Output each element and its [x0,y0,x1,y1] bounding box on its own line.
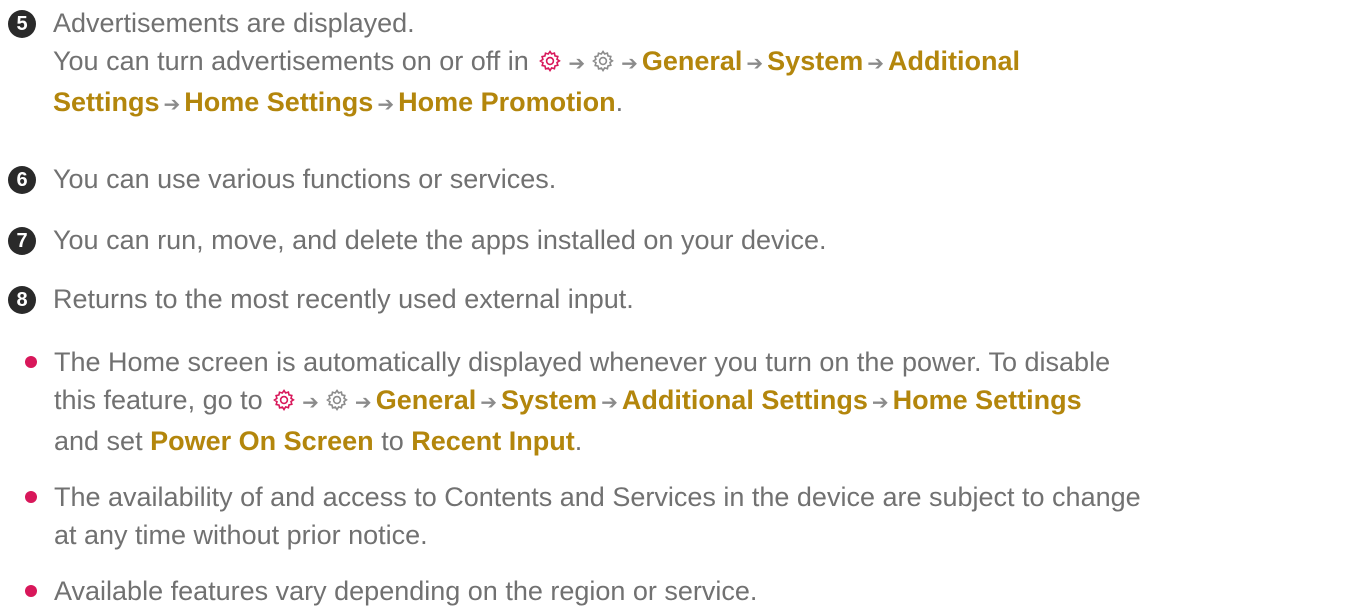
gear-outline-icon [592,50,614,72]
arrow-right-icon: ➔ [354,392,372,414]
bullet-dot [25,491,37,503]
bullet2-line1: The availability of and access to Conten… [54,482,1141,512]
gear-icon [539,50,562,72]
number-marker-6: 6 [8,166,36,194]
menu-path-general: General [641,46,743,76]
document-page: 5 Advertisements are displayed. You can … [0,0,1362,616]
arrow-right-icon: ➔ [302,392,319,414]
bullet1-line2: this feature, go to ➔ ➔ General ➔ System ➔ Ad… [54,385,1082,415]
number-marker-8: 8 [8,286,36,314]
arrow-right-icon: ➔ [871,392,889,414]
arrow-right-icon: ➔ [621,53,638,75]
arrow-right-icon: ➔ [746,53,764,75]
menu-path-additional: Additional [888,46,1020,76]
arrow-right-icon: ➔ [568,53,586,75]
item8-text: Returns to the most recently used extern… [53,284,634,314]
number-marker-7: 7 [8,227,36,255]
list-item-8: 8 Returns to the most recently used exte… [8,280,1348,318]
setting-value-recent-input: Recent Input [411,426,575,456]
menu-path-system: System [767,46,864,76]
arrow-right-icon: ➔ [163,94,181,116]
menu-path-system: System [501,385,598,415]
setting-power-on-screen: Power On Screen [150,426,374,456]
arrow-right-icon: ➔ [377,94,395,116]
gear-outline-icon [325,389,348,411]
number-marker-5: 5 [8,10,36,38]
note-bullet-1: The Home screen is automatically display… [25,343,1345,460]
bullet-dot [25,356,37,368]
note-bullet-3: Available features vary depending on the… [25,572,1345,610]
item6-text: You can use various functions or service… [53,164,557,194]
list-item-6: 6 You can use various functions or servi… [8,160,1348,198]
bullet3-text: Available features vary depending on the… [54,576,758,606]
item7-text: You can run, move, and delete the apps i… [53,225,827,255]
menu-path-settings: Settings [53,87,160,117]
list-item-5: 5 Advertisements are displayed. You can … [8,4,1348,124]
menu-path-home-promotion: Home Promotion [398,87,616,117]
bullet1-line1: The Home screen is automatically display… [54,347,1111,377]
item5-line1: Advertisements are displayed. [53,8,415,38]
arrow-right-icon: ➔ [601,392,618,414]
menu-path-home-settings: Home Settings [892,385,1082,415]
bullet1-line3: and set Power On Screen to Recent Input. [54,426,583,456]
bullet2-line2: at any time without prior notice. [54,520,428,550]
bullet-dot [25,585,37,597]
note-bullet-2: The availability of and access to Conten… [25,478,1345,554]
menu-path-home-settings: Home Settings [184,87,374,117]
arrow-right-icon: ➔ [867,53,884,75]
arrow-right-icon: ➔ [480,392,498,414]
menu-path-additional-settings: Additional Settings [621,385,868,415]
menu-path-general: General [375,385,477,415]
item5-line2: You can turn advertisements on or off in… [53,46,1020,76]
list-item-7: 7 You can run, move, and delete the apps… [8,221,1348,259]
item5-line3: Settings ➔ Home Settings ➔ Home Promotion. [53,87,624,117]
gear-icon [273,389,295,411]
